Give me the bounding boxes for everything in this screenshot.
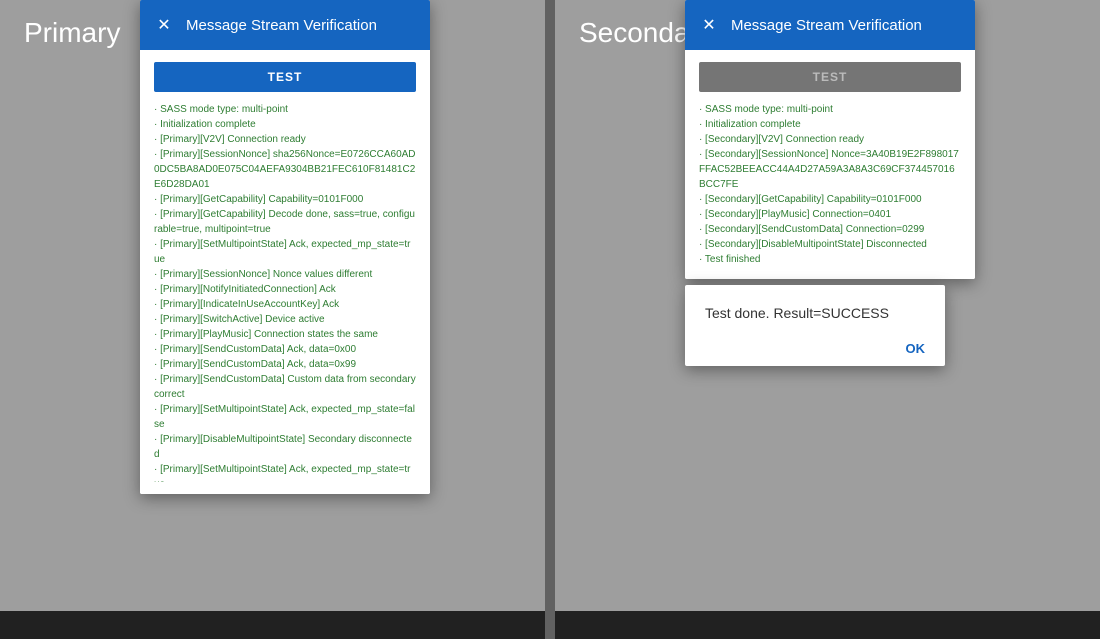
result-text: Test done. Result=SUCCESS: [705, 305, 925, 321]
secondary-panel: Secondary ✕ Message Stream Verification …: [555, 0, 1100, 639]
secondary-dialog: ✕ Message Stream Verification TEST · SAS…: [685, 0, 975, 279]
primary-log-area: · SASS mode type: multi-point · Initiali…: [154, 102, 416, 482]
primary-test-button[interactable]: TEST: [154, 62, 416, 92]
secondary-dialog-body: TEST · SASS mode type: multi-point · Ini…: [685, 50, 975, 279]
result-dialog: Test done. Result=SUCCESS OK: [685, 285, 945, 366]
primary-dialog-header: ✕ Message Stream Verification: [140, 0, 430, 50]
primary-panel: Primary ✕ Message Stream Verification TE…: [0, 0, 545, 639]
primary-dialog-body: TEST · SASS mode type: multi-point · Ini…: [140, 50, 430, 494]
primary-dialog-title: Message Stream Verification: [186, 17, 377, 34]
secondary-test-button: TEST: [699, 62, 961, 92]
secondary-close-icon[interactable]: ✕: [699, 15, 719, 35]
primary-dialog: ✕ Message Stream Verification TEST · SAS…: [140, 0, 430, 494]
panel-separator: [545, 0, 555, 639]
primary-close-icon[interactable]: ✕: [154, 15, 174, 35]
secondary-bottom-bar: [555, 611, 1100, 639]
primary-bottom-bar: [0, 611, 545, 639]
ok-button[interactable]: OK: [705, 341, 925, 356]
secondary-log-area: · SASS mode type: multi-point · Initiali…: [699, 102, 961, 267]
secondary-dialog-title: Message Stream Verification: [731, 17, 922, 34]
secondary-dialog-header: ✕ Message Stream Verification: [685, 0, 975, 50]
